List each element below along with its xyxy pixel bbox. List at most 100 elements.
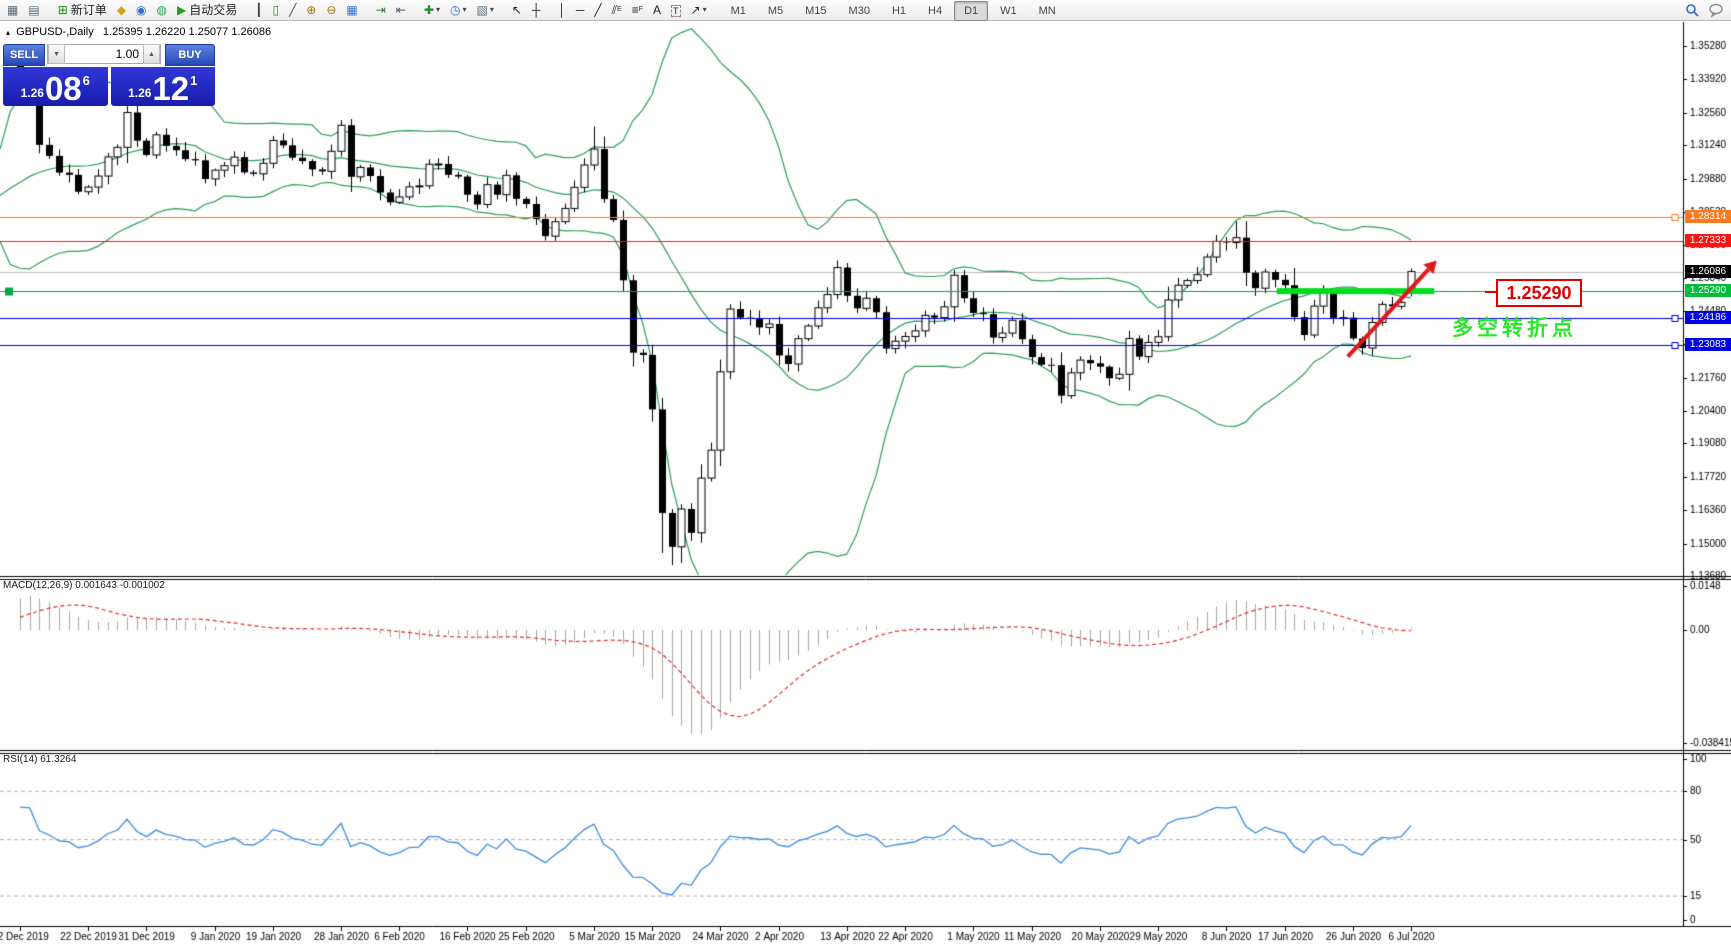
chart-canvas[interactable] — [0, 0, 1731, 944]
horizontal-line-button[interactable]: ─ — [572, 0, 589, 20]
volume-increase-button[interactable]: ▲ — [143, 44, 160, 64]
experts-button[interactable]: ◉ — [132, 0, 150, 20]
timeframe-w1[interactable]: W1 — [990, 1, 1027, 21]
crosshair-icon: ┼ — [531, 2, 541, 17]
fibonacci-icon: ≡ — [631, 2, 639, 17]
periods-button[interactable]: ◷ ▾ — [446, 0, 471, 20]
search-icon — [1686, 4, 1699, 17]
price-tag-1.28314: 1.28314 — [1685, 210, 1731, 223]
chat-bubble-icon — [1709, 3, 1723, 17]
text-label-icon: T — [671, 4, 681, 17]
autotrading-button-label: 自动交易 — [189, 3, 238, 17]
text-label-button[interactable]: T — [667, 1, 685, 21]
zoom-out-icon: ⊖ — [326, 2, 337, 17]
new-order-button[interactable]: ⊞ 新订单 — [54, 0, 111, 20]
timeframe-m1[interactable]: M1 — [721, 1, 756, 21]
rsi-value: 61.3264 — [40, 754, 77, 765]
autotrading-icon: ▶ — [176, 2, 187, 17]
timeframe-h4-label: H4 — [928, 4, 943, 17]
bar-chart-icon: ┃ — [255, 2, 263, 17]
sell-button[interactable]: SELL — [3, 44, 45, 66]
metaeditor-button[interactable]: ◆ — [113, 0, 130, 20]
buy-price-panel[interactable]: 1.26 12 1 — [110, 67, 215, 107]
zoom-in-button[interactable]: ⊕ — [302, 0, 320, 20]
timeframe-m5[interactable]: M5 — [758, 1, 793, 21]
market-watch-button[interactable]: ▦ — [3, 0, 22, 20]
volume-input[interactable] — [65, 46, 143, 62]
price-tag-1.24186: 1.24186 — [1685, 311, 1731, 324]
search-button[interactable] — [1681, 0, 1703, 20]
timeframe-m15[interactable]: M15 — [795, 1, 836, 21]
templates-button-dropdown-icon: ▾ — [489, 5, 494, 14]
timeframe-d1[interactable]: D1 — [954, 0, 989, 21]
timeframe-w1-label: W1 — [1000, 4, 1017, 17]
experts-icon: ◉ — [136, 2, 147, 17]
chat-button[interactable] — [1705, 0, 1728, 20]
bar-chart-button[interactable]: ┃ — [251, 0, 266, 20]
arrows-icon: ↗ — [690, 2, 701, 17]
metaeditor-icon: ◆ — [116, 2, 126, 17]
volume-control: ▼ ▲ — [47, 44, 161, 64]
indicators-button[interactable]: ✚ ▾ — [420, 0, 444, 20]
timeframe-m30[interactable]: M30 — [839, 1, 880, 21]
candlestick-chart-button[interactable]: ▯ — [268, 0, 283, 20]
news-icon: ◍ — [156, 2, 167, 17]
cursor-button[interactable]: ↖ — [508, 0, 526, 20]
buy-button[interactable]: BUY — [165, 44, 215, 66]
support-price-annotation[interactable]: 1.25290 — [1485, 279, 1582, 307]
line-chart-icon: ╱ — [289, 2, 297, 17]
autotrading-button[interactable]: ▶ 自动交易 — [173, 0, 241, 20]
buy-price-base: 1.26 — [128, 86, 152, 100]
crosshair-button[interactable]: ┼ — [528, 0, 545, 20]
timeframe-mn[interactable]: MN — [1029, 1, 1066, 21]
templates-button[interactable]: ▧ ▾ — [472, 0, 497, 20]
line-chart-button[interactable]: ╱ — [285, 0, 300, 20]
turning-point-note: 多空转折点 — [1452, 317, 1577, 340]
text-icon: A — [652, 2, 661, 17]
auto-scroll-icon: ⇥ — [375, 2, 386, 17]
chart-shift-button[interactable]: ⇤ — [392, 0, 410, 20]
timeframe-h1[interactable]: H1 — [882, 1, 916, 21]
sell-price-big: 08 — [44, 70, 82, 107]
text-button[interactable]: A — [649, 0, 665, 20]
new-order-icon: ⊞ — [57, 2, 68, 17]
toolbar-buttons: ▦ ▤ ⊞ 新订单 ◆ ◉ ◍ ▶ 自动交易 ┃ ▯ ╱ ⊕ ⊖ ▦ ⇥ ⇤ ✚ ▾ ◷ ▾ ▧ ▾ ↖ ┼ │ ─ ╱ ⫽ E ≡ F A T ↗… — [2, 0, 1067, 21]
sell-price-base: 1.26 — [20, 86, 44, 100]
macd-indicator-label: MACD(12,26,9) 0.001643 -0.001002 — [3, 580, 165, 591]
channel-button[interactable]: ⫽ E — [608, 0, 626, 20]
chart-shift-icon: ⇤ — [395, 2, 406, 17]
timeframe-d1-label: D1 — [964, 4, 979, 17]
volume-decrease-button[interactable]: ▼ — [48, 44, 65, 64]
zoom-out-button[interactable]: ⊖ — [322, 0, 340, 20]
horizontal-line-icon: ─ — [575, 2, 585, 17]
candlestick-chart-icon: ▯ — [272, 2, 280, 17]
news-button[interactable]: ◍ — [152, 0, 170, 20]
data-window-button[interactable]: ▤ — [24, 0, 43, 20]
vertical-line-button[interactable]: │ — [554, 0, 570, 20]
macd-signal-value: -0.001002 — [119, 580, 165, 591]
macd-main-value: 0.001643 — [75, 580, 117, 591]
timeframe-m30-label: M30 — [848, 4, 870, 17]
periods-button-dropdown-icon: ▾ — [462, 5, 467, 14]
rsi-indicator-label: RSI(14) 61.3264 — [3, 754, 77, 765]
price-tag-1.25290: 1.25290 — [1685, 284, 1731, 297]
market-watch-icon: ▦ — [7, 2, 19, 17]
timeframe-h4[interactable]: H4 — [918, 1, 952, 21]
sell-price-panel[interactable]: 1.26 08 6 — [3, 67, 108, 106]
chart-symbol-label: GBPUSD-,Daily — [16, 26, 94, 38]
price-tag-1.23083: 1.23083 — [1685, 338, 1731, 351]
fibonacci-button[interactable]: ≡ F — [628, 0, 647, 20]
buy-price-pip: 1 — [190, 73, 198, 88]
zoom-in-icon: ⊕ — [306, 2, 317, 17]
chart-ohlc-values: 1.25395 1.26220 1.25077 1.26086 — [102, 26, 272, 38]
price-tag-1.27333: 1.27333 — [1685, 234, 1731, 247]
tile-windows-icon: ▦ — [346, 2, 358, 17]
trendline-button[interactable]: ╱ — [590, 0, 605, 20]
timeframe-m1-label: M1 — [730, 4, 746, 17]
auto-scroll-button[interactable]: ⇥ — [372, 0, 390, 20]
arrows-button[interactable]: ↗ ▾ — [687, 0, 711, 20]
chart-window-title: ▴ GBPUSD-,Daily 1.25395 1.26220 1.25077 … — [6, 26, 271, 38]
tile-windows-button[interactable]: ▦ — [342, 0, 361, 20]
buy-price-big: 12 — [152, 70, 190, 107]
one-click-trading-widget: SELL ▼ ▲ BUY 1.26 08 6 1.26 12 1 — [3, 44, 215, 106]
